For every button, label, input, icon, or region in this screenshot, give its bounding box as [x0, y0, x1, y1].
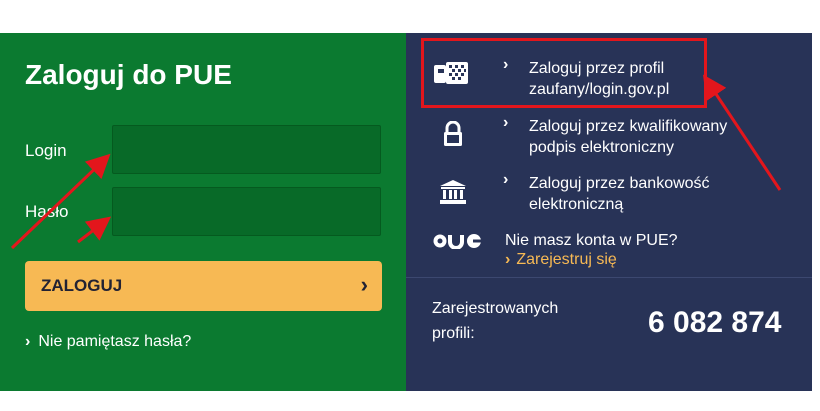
chevron-right-icon: ›	[360, 272, 368, 297]
lock-icon	[440, 120, 466, 148]
option-label: Zaloguj przez bankowość	[529, 175, 710, 192]
pue-logo-icon	[432, 232, 484, 250]
login-panel: Zaloguj do PUE Login Hasło ZALOGUJ › › Ni…	[0, 33, 406, 391]
option-label: podpis elektroniczny	[529, 139, 674, 156]
password-input[interactable]	[112, 187, 381, 236]
login-input[interactable]	[112, 125, 381, 174]
chevron-right-icon: ›	[503, 114, 509, 131]
forgot-password-label: Nie pamiętasz hasła?	[38, 333, 192, 350]
no-account-text: Nie masz konta w PUE?	[505, 232, 678, 249]
option-label: Zaloguj przez kwalifikowany	[529, 118, 728, 135]
chevron-right-icon: ›	[25, 333, 31, 350]
forgot-password-link[interactable]: › Nie pamiętasz hasła?	[25, 333, 191, 351]
register-link[interactable]: › Zarejestruj się	[505, 251, 617, 269]
chevron-right-icon: ›	[503, 171, 509, 188]
registered-profiles-count: 6 082 874	[648, 306, 782, 339]
option-qualified-signature[interactable]: Zaloguj przez kwalifikowany podpis elekt…	[529, 116, 727, 158]
register-label: Zarejestruj się	[516, 251, 617, 268]
registered-profiles-label: Zarejestrowanych profili:	[432, 300, 559, 342]
login-label: Login	[25, 141, 67, 160]
bank-icon	[438, 178, 468, 206]
password-label: Hasło	[25, 202, 69, 221]
option-online-banking[interactable]: Zaloguj przez bankowość elektroniczną	[529, 173, 710, 215]
login-button-label: ZALOGUJ	[41, 276, 123, 295]
panel-title: Zaloguj do PUE	[25, 59, 232, 90]
login-button[interactable]: ZALOGUJ ›	[25, 261, 382, 311]
option-label: elektroniczną	[529, 196, 624, 213]
divider	[406, 277, 812, 278]
chevron-right-icon: ›	[505, 251, 511, 268]
annotation-highlight-box	[421, 38, 707, 108]
